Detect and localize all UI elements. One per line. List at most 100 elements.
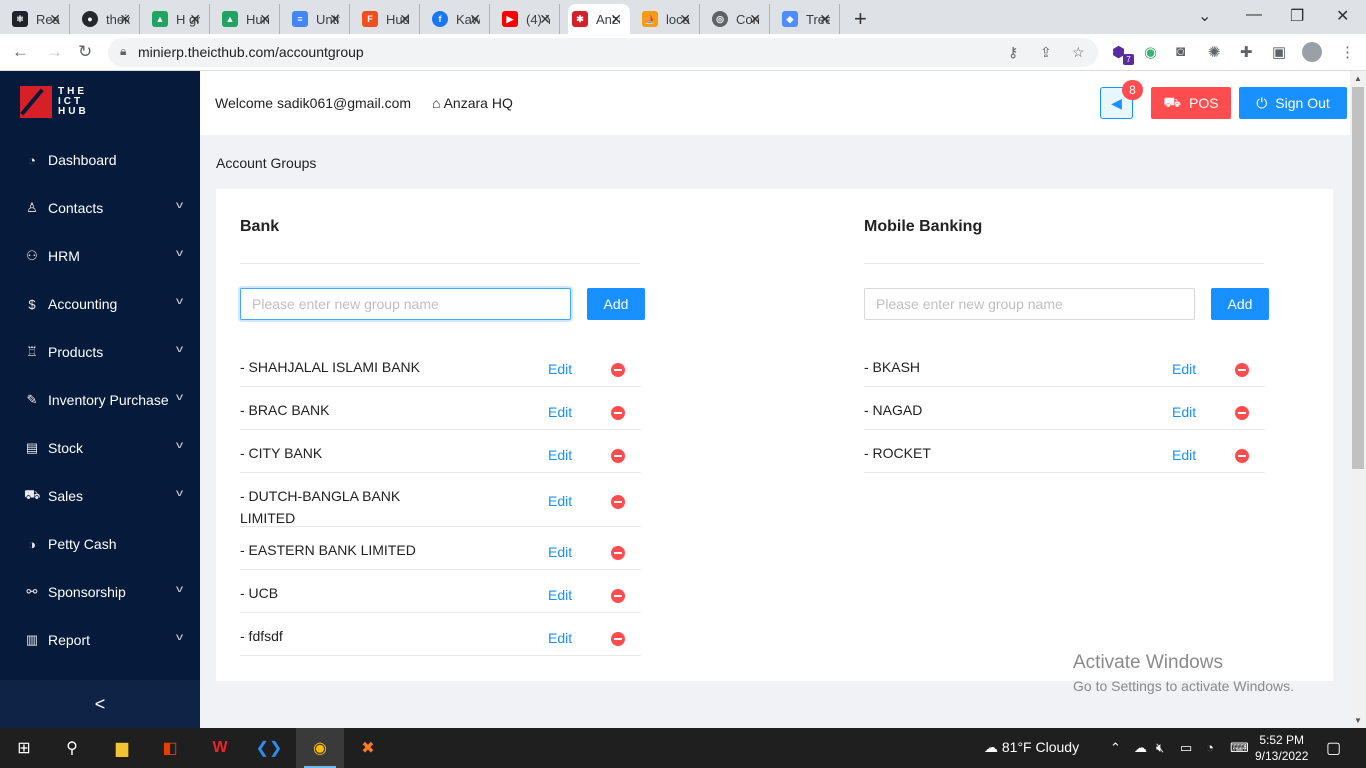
page-scrollbar[interactable]: ▲ ▼ bbox=[1350, 71, 1366, 728]
sidebar-item-sponsorship[interactable]: ⚯ Sponsorship v bbox=[0, 568, 200, 616]
extension-icon[interactable]: ◉ bbox=[1144, 43, 1157, 61]
new-group-input[interactable] bbox=[864, 288, 1195, 320]
close-tab-icon[interactable]: ✕ bbox=[399, 11, 411, 28]
edit-link[interactable]: Edit bbox=[548, 493, 572, 509]
delete-icon[interactable] bbox=[1235, 406, 1249, 420]
xampp-icon[interactable]: ✖ bbox=[356, 737, 380, 759]
delete-icon[interactable] bbox=[1235, 363, 1249, 377]
minimize-icon[interactable]: — bbox=[1246, 6, 1262, 24]
browser-tab-active[interactable]: ✱Anza✕ bbox=[568, 4, 630, 34]
new-group-input[interactable] bbox=[240, 288, 571, 320]
close-tab-icon[interactable]: ✕ bbox=[189, 11, 201, 28]
edit-link[interactable]: Edit bbox=[548, 544, 572, 560]
branch-link[interactable]: ⌂ Anzara HQ bbox=[432, 95, 513, 111]
scroll-down-icon[interactable]: ▼ bbox=[1354, 716, 1362, 725]
sign-out-button[interactable]: ⏻ Sign Out bbox=[1239, 87, 1347, 119]
sidebar-item-accounting[interactable]: $ Accounting v bbox=[0, 280, 200, 328]
browser-tab[interactable]: ◆ Tree ✕ bbox=[778, 4, 840, 34]
sidebar-item-inventory-purchase[interactable]: ✎ Inventory Purchase v bbox=[0, 376, 200, 424]
pos-button[interactable]: ⛟ POS bbox=[1151, 87, 1231, 119]
browser-tab[interactable]: ⛵local✕ bbox=[638, 4, 700, 34]
close-tab-icon[interactable]: ✕ bbox=[679, 11, 691, 28]
bookmark-star-icon[interactable]: ☆ bbox=[1072, 44, 1085, 61]
vscode-icon[interactable]: ❮❯ bbox=[256, 737, 283, 759]
menu-kebab-icon[interactable]: ⋮ bbox=[1340, 43, 1355, 61]
sidebar-item-products[interactable]: ♖ Products v bbox=[0, 328, 200, 376]
add-button[interactable]: Add bbox=[587, 288, 645, 320]
address-bar[interactable]: 🔒︎ minierp.theicthub.com/accountgroup ⚷ … bbox=[108, 38, 1098, 67]
reload-icon[interactable]: ↻ bbox=[78, 42, 92, 62]
edit-link[interactable]: Edit bbox=[548, 587, 572, 603]
windows-start-icon[interactable]: ⊞ bbox=[12, 737, 36, 759]
browser-tab[interactable]: ◎Cont✕ bbox=[708, 4, 770, 34]
edit-link[interactable]: Edit bbox=[548, 404, 572, 420]
back-icon[interactable]: ← bbox=[12, 42, 29, 62]
delete-icon[interactable] bbox=[611, 495, 625, 509]
system-clock[interactable]: 5:52 PM 9/13/2022 bbox=[1255, 732, 1308, 764]
browser-tab[interactable]: ▲Huna✕ bbox=[218, 4, 280, 34]
scrollbar-thumb[interactable] bbox=[1352, 87, 1364, 469]
delete-icon[interactable] bbox=[611, 406, 625, 420]
tab-search-icon[interactable]: ⌄ bbox=[1198, 6, 1211, 26]
office-icon[interactable]: ◧ bbox=[158, 737, 182, 759]
chrome-icon[interactable]: ◉ bbox=[308, 737, 332, 759]
sidebar-item-report[interactable]: ▥ Report v bbox=[0, 616, 200, 664]
chevron-up-icon[interactable]: ⌃ bbox=[1110, 740, 1121, 756]
wifi-icon[interactable]: ◔ bbox=[1206, 740, 1214, 755]
close-tab-icon[interactable]: ✕ bbox=[259, 11, 271, 28]
add-button[interactable]: Add bbox=[1211, 288, 1269, 320]
browser-tab[interactable]: fKaws✕ bbox=[428, 4, 490, 34]
delete-icon[interactable] bbox=[611, 546, 625, 560]
search-icon[interactable]: ⚲ bbox=[60, 737, 84, 759]
edit-link[interactable]: Edit bbox=[548, 447, 572, 463]
close-tab-icon[interactable]: ✕ bbox=[749, 11, 761, 28]
close-tab-icon[interactable]: ✕ bbox=[49, 11, 61, 28]
edit-link[interactable]: Edit bbox=[1172, 404, 1196, 420]
close-tab-icon[interactable]: ✕ bbox=[610, 11, 622, 28]
close-tab-icon[interactable]: ✕ bbox=[119, 11, 131, 28]
browser-tab[interactable]: FHuda✕ bbox=[358, 4, 420, 34]
close-tab-icon[interactable]: ✕ bbox=[329, 11, 341, 28]
edit-link[interactable]: Edit bbox=[1172, 447, 1196, 463]
profile-avatar[interactable] bbox=[1302, 42, 1322, 62]
edit-link[interactable]: Edit bbox=[1172, 361, 1196, 377]
delete-icon[interactable] bbox=[611, 449, 625, 463]
weather-widget[interactable]: ☁ 81°F Cloudy bbox=[984, 739, 1079, 756]
wps-office-icon[interactable]: W bbox=[208, 737, 232, 759]
delete-icon[interactable] bbox=[611, 363, 625, 377]
sidebar-collapse-button[interactable]: < bbox=[0, 680, 200, 728]
url-text[interactable]: minierp.theicthub.com/accountgroup bbox=[138, 44, 364, 60]
browser-tab[interactable]: ⚛React✕ bbox=[8, 4, 70, 34]
sidebar-item-dashboard[interactable]: ◔ Dashboard bbox=[0, 136, 200, 184]
side-panel-icon[interactable]: ▣ bbox=[1272, 43, 1286, 61]
share-icon[interactable]: ⇪ bbox=[1040, 44, 1052, 61]
restore-icon[interactable]: ❐ bbox=[1290, 6, 1304, 26]
close-window-icon[interactable]: ✕ bbox=[1336, 6, 1349, 26]
delete-icon[interactable] bbox=[611, 589, 625, 603]
sidebar-item-contacts[interactable]: ♙ Contacts v bbox=[0, 184, 200, 232]
notification-center-icon[interactable]: ▢ bbox=[1326, 738, 1341, 758]
sidebar-item-hrm[interactable]: ⚇ HRM v bbox=[0, 232, 200, 280]
sidebar-item-sales[interactable]: ⛟ Sales v bbox=[0, 472, 200, 520]
puzzle-icon[interactable]: ✚ bbox=[1240, 43, 1253, 61]
scroll-up-icon[interactable]: ▲ bbox=[1354, 74, 1362, 83]
delete-icon[interactable] bbox=[611, 632, 625, 646]
browser-tab[interactable]: ▲H gra✕ bbox=[148, 4, 210, 34]
close-tab-icon[interactable]: ✕ bbox=[539, 11, 551, 28]
camera-icon[interactable]: ◙ bbox=[1176, 43, 1185, 60]
language-icon[interactable]: ⌨ bbox=[1230, 740, 1249, 756]
battery-icon[interactable]: ▭ bbox=[1180, 740, 1192, 756]
key-icon[interactable]: ⚷ bbox=[1008, 44, 1018, 61]
lock-icon[interactable]: 🔒︎ bbox=[120, 44, 126, 59]
volume-icon[interactable]: 🔇︎ bbox=[1156, 740, 1164, 756]
extension-icon[interactable]: ✺ bbox=[1208, 43, 1221, 61]
browser-tab[interactable]: ●theic✕ bbox=[78, 4, 140, 34]
browser-tab[interactable]: ≡Untit✕ bbox=[288, 4, 350, 34]
close-tab-icon[interactable]: ✕ bbox=[819, 11, 831, 28]
logo[interactable]: THE ICT HUB bbox=[20, 86, 88, 118]
delete-icon[interactable] bbox=[1235, 449, 1249, 463]
new-tab-icon[interactable]: + bbox=[854, 4, 867, 34]
onedrive-icon[interactable]: ☁ bbox=[1134, 740, 1147, 756]
forward-icon[interactable]: → bbox=[46, 42, 63, 62]
file-explorer-icon[interactable]: ▆ bbox=[110, 737, 134, 759]
